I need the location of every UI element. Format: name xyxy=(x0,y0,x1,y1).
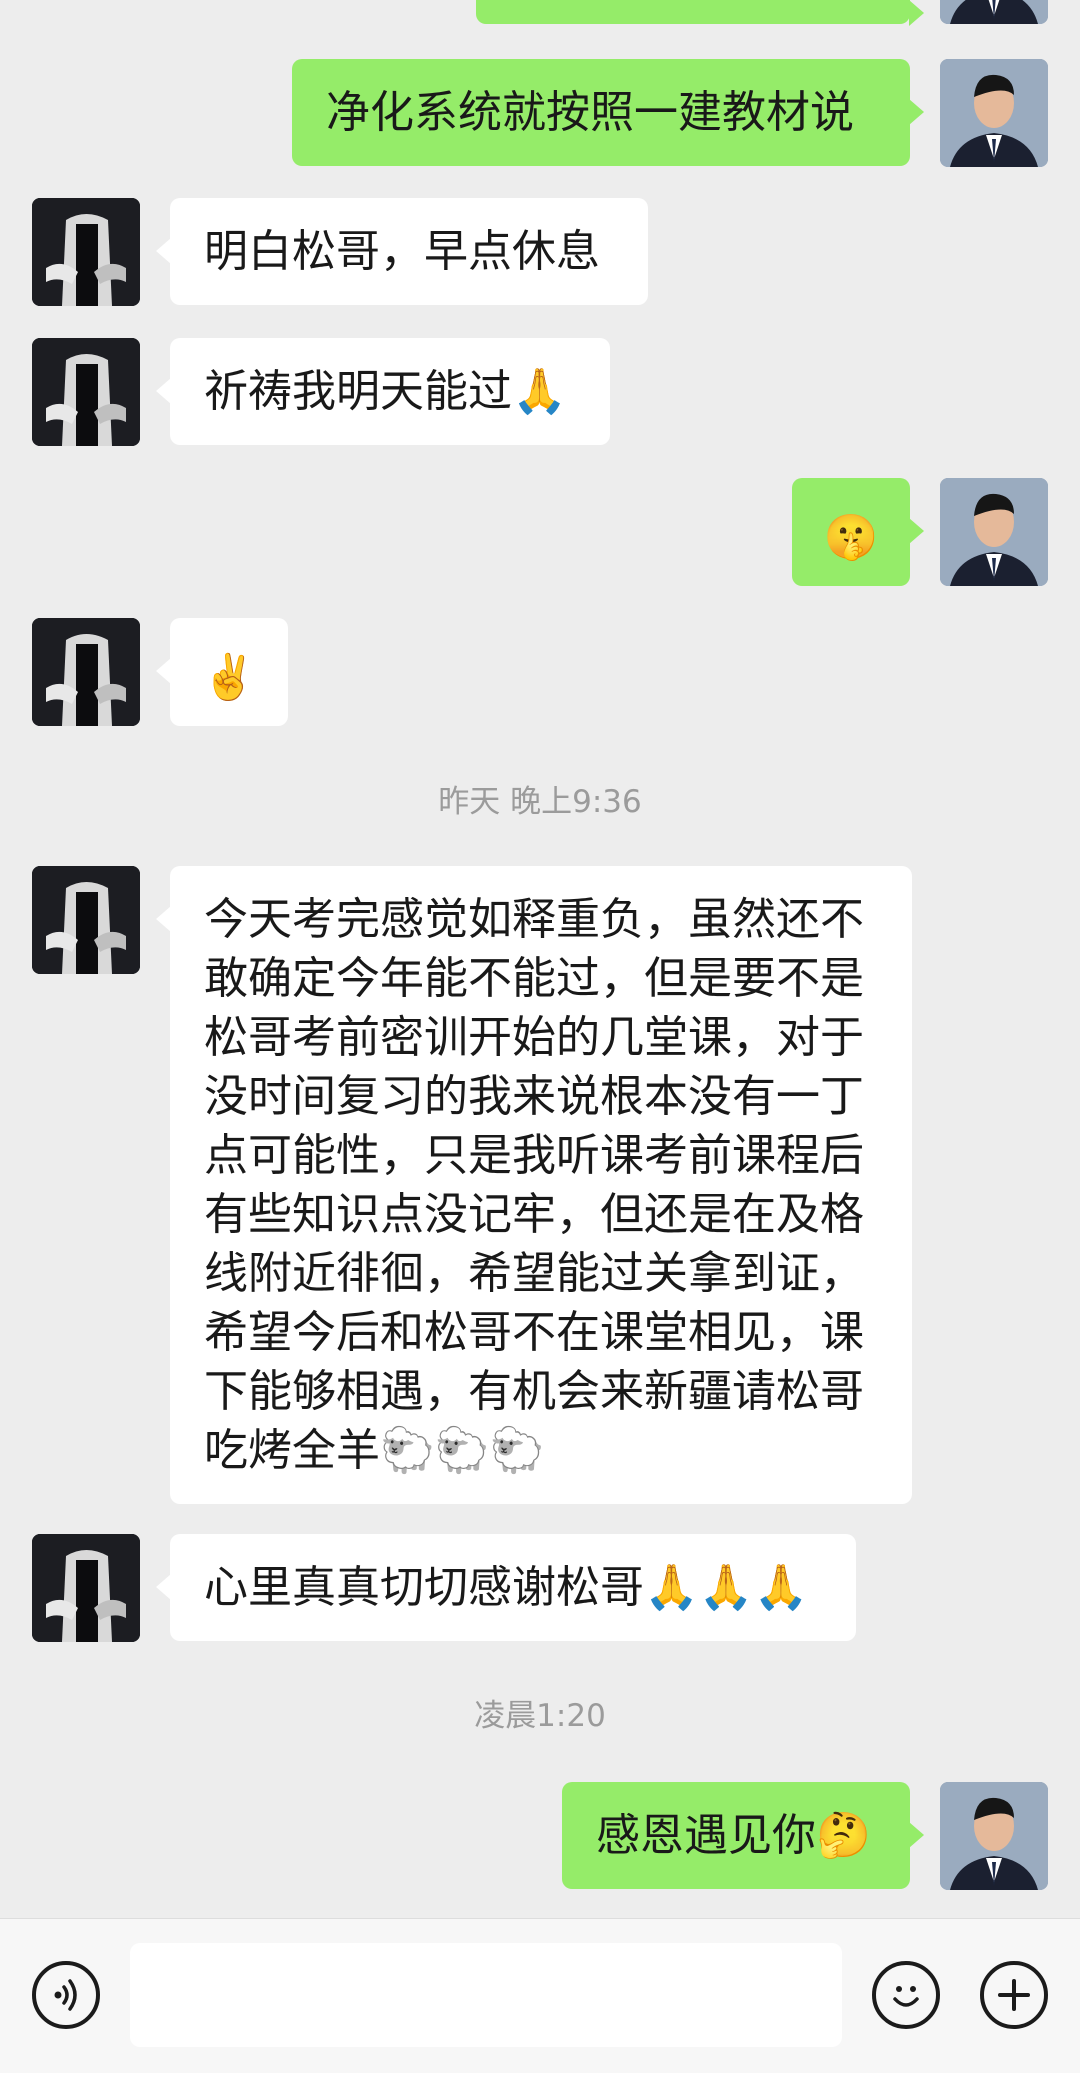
voice-icon xyxy=(54,1979,77,2011)
emoji-icon xyxy=(893,1986,919,2007)
message-content: 🤫 xyxy=(792,478,910,567)
avatar-self-image xyxy=(940,1782,1048,1890)
avatar-self-image xyxy=(940,59,1048,167)
message-input[interactable] xyxy=(130,1943,842,2047)
message-bubble-other[interactable]: ✌️ xyxy=(156,618,288,726)
message-bubble-other[interactable]: 明白松哥，早点休息 xyxy=(156,198,648,305)
message-text: 感恩遇见你 xyxy=(596,1810,816,1861)
message-text: 今天考完感觉如释重负，虽然还不敢确定今年能不能过，但是要不是松哥考前密训开始的几… xyxy=(204,894,864,1476)
sheep-emoji-icon: 🐑🐑🐑 xyxy=(380,1425,545,1476)
avatar-self-image xyxy=(940,0,1048,24)
message-bubble-other[interactable]: 祈祷我明天能过🙏 xyxy=(156,338,610,445)
avatar-other-image xyxy=(32,618,140,726)
message-content: 今天考完感觉如释重负，虽然还不敢确定今年能不能过，但是要不是松哥考前密训开始的几… xyxy=(170,866,912,1504)
timestamp: 凌晨1:20 xyxy=(474,1698,606,1734)
avatar-self[interactable] xyxy=(940,1782,1048,1890)
victory-hand-emoji-icon: ✌️ xyxy=(201,652,257,703)
avatar-other[interactable] xyxy=(32,1534,140,1642)
message-bubble-other[interactable]: 心里真真切切感谢松哥🙏🙏🙏 xyxy=(156,1534,856,1641)
avatar-other[interactable] xyxy=(32,866,140,974)
message-content: 祈祷我明天能过🙏 xyxy=(170,338,610,445)
message-text: 心里真真切切感谢松哥 xyxy=(204,1562,644,1613)
input-toolbar xyxy=(0,1918,1080,2073)
message-content: 感恩遇见你🤔 xyxy=(562,1782,910,1889)
avatar-other-image xyxy=(32,866,140,974)
shushing-face-emoji-icon: 🤫 xyxy=(823,512,879,563)
avatar-self[interactable] xyxy=(940,0,1048,24)
message-bubble-self[interactable]: 🤫 xyxy=(792,478,924,586)
message-text: 祈祷我明天能过 xyxy=(204,366,512,417)
voice-button[interactable] xyxy=(32,1961,100,2029)
plus-icon xyxy=(998,1979,1030,2011)
folded-hands-emoji-icon: 🙏 xyxy=(512,366,567,417)
message-bubble-self[interactable]: 净化系统就按照一建教材说 xyxy=(292,59,924,166)
avatar-self[interactable] xyxy=(940,59,1048,167)
message-bubble-self[interactable]: 感恩遇见你🤔 xyxy=(562,1782,924,1889)
message-content: 心里真真切切感谢松哥🙏🙏🙏 xyxy=(170,1534,856,1641)
folded-hands-emoji-icon: 🙏🙏🙏 xyxy=(644,1562,809,1613)
timestamp: 昨天 晚上9:36 xyxy=(438,784,642,820)
avatar-other[interactable] xyxy=(32,198,140,306)
plus-button[interactable] xyxy=(980,1961,1048,2029)
avatar-other[interactable] xyxy=(32,338,140,446)
message-content: ✌️ xyxy=(170,618,288,707)
emoji-button[interactable] xyxy=(872,1961,940,2029)
message-text: 净化系统就按照一建教材说 xyxy=(326,87,854,138)
avatar-other-image xyxy=(32,198,140,306)
avatar-other[interactable] xyxy=(32,618,140,726)
avatar-other-image xyxy=(32,1534,140,1642)
avatar-other-image xyxy=(32,338,140,446)
avatar-self-image xyxy=(940,478,1048,586)
message-bubble-self-partial[interactable] xyxy=(476,0,924,26)
chat-area[interactable]: 净化系统就按照一建教材说 明白松哥，早点休息 祈祷我明天能过🙏 🤫 ✌️ 昨天 … xyxy=(0,0,1080,1918)
avatar-self[interactable] xyxy=(940,478,1048,586)
thinking-face-emoji-icon: 🤔 xyxy=(816,1810,871,1861)
message-text: 明白松哥，早点休息 xyxy=(204,226,600,277)
message-bubble-other[interactable]: 今天考完感觉如释重负，虽然还不敢确定今年能不能过，但是要不是松哥考前密训开始的几… xyxy=(156,866,912,1504)
